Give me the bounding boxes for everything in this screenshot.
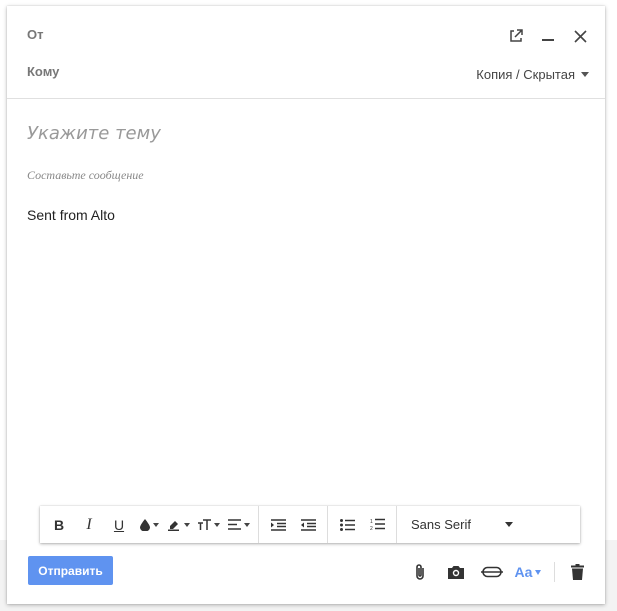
font-size-icon bbox=[198, 519, 211, 530]
from-label: От bbox=[27, 27, 44, 42]
align-button[interactable] bbox=[224, 513, 254, 537]
numbered-list-button[interactable]: 12 bbox=[362, 513, 392, 537]
camera-icon[interactable] bbox=[438, 562, 474, 582]
minimize-icon[interactable] bbox=[539, 27, 557, 45]
chevron-down-icon bbox=[505, 522, 513, 527]
close-icon[interactable] bbox=[571, 27, 589, 45]
compose-window: От Кому Копия / Скрытая Укажите тему Сос… bbox=[7, 6, 605, 604]
chevron-down-icon bbox=[535, 569, 542, 575]
numbered-list-icon: 12 bbox=[370, 518, 385, 531]
indent-more-button[interactable] bbox=[263, 513, 293, 537]
highlight-icon bbox=[168, 520, 179, 531]
popout-icon[interactable] bbox=[507, 27, 525, 45]
bold-button[interactable]: B bbox=[44, 513, 74, 537]
formatting-toolbar: B I U 1 2 Sans Serif bbox=[40, 506, 580, 543]
text-color-button[interactable] bbox=[134, 513, 164, 537]
signature-text[interactable]: Sent from Alto bbox=[27, 207, 115, 223]
cc-bcc-label: Копия / Скрытая bbox=[476, 67, 575, 82]
text-format-label: Aa bbox=[514, 564, 533, 580]
window-controls bbox=[507, 27, 589, 45]
chevron-down-icon bbox=[581, 72, 589, 77]
message-body-placeholder[interactable]: Составьте сообщение bbox=[27, 168, 144, 183]
bottom-toolbar: Aa bbox=[402, 562, 589, 582]
align-left-icon bbox=[228, 519, 241, 530]
svg-text:2: 2 bbox=[370, 526, 373, 531]
underline-button[interactable]: U bbox=[104, 513, 134, 537]
bulleted-list-icon bbox=[339, 518, 355, 531]
indent-group bbox=[259, 506, 328, 543]
font-family-value: Sans Serif bbox=[411, 517, 471, 532]
list-group: 12 bbox=[328, 506, 397, 543]
header-divider bbox=[7, 98, 605, 99]
indent-more-icon bbox=[270, 518, 286, 531]
font-group: Sans Serif bbox=[397, 506, 523, 543]
highlight-color-button[interactable] bbox=[164, 513, 194, 537]
toolbar-divider bbox=[554, 562, 555, 582]
attach-icon[interactable] bbox=[402, 562, 438, 582]
to-label: Кому bbox=[27, 64, 60, 79]
indent-less-icon bbox=[300, 518, 316, 531]
text-format-button[interactable]: Aa bbox=[510, 562, 546, 582]
link-icon[interactable] bbox=[474, 562, 510, 582]
svg-text:1: 1 bbox=[370, 519, 373, 525]
indent-less-button[interactable] bbox=[293, 513, 323, 537]
font-family-select[interactable]: Sans Serif bbox=[397, 506, 523, 543]
italic-button[interactable]: I bbox=[74, 513, 104, 537]
cc-bcc-toggle[interactable]: Копия / Скрытая bbox=[476, 67, 589, 82]
bulleted-list-button[interactable] bbox=[332, 513, 362, 537]
text-style-group: B I U bbox=[40, 506, 259, 543]
subject-input[interactable]: Укажите тему bbox=[27, 123, 161, 144]
trash-icon[interactable] bbox=[565, 562, 589, 582]
text-color-icon bbox=[139, 518, 150, 531]
send-button[interactable]: Отправить bbox=[28, 556, 113, 585]
font-size-button[interactable] bbox=[194, 513, 224, 537]
